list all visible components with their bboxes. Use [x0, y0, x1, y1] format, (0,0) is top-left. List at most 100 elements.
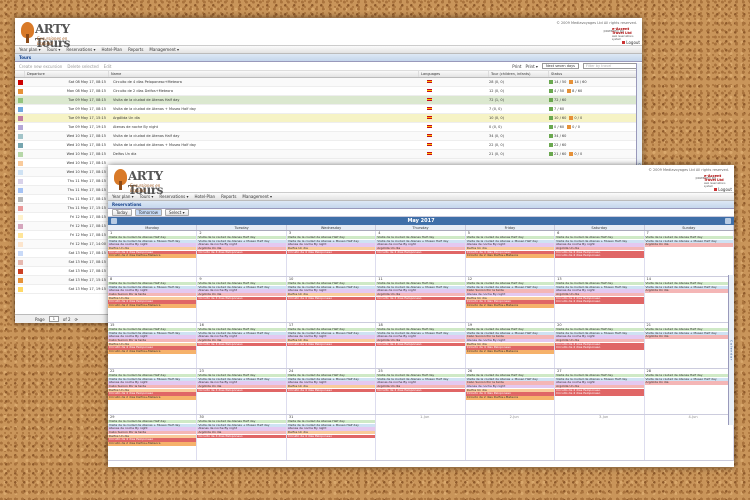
calendar-event[interactable]: Circuito de 4 días Peloponeso [197, 388, 286, 393]
calendar-event[interactable]: Circuito de 4 días Peloponeso [286, 434, 376, 439]
calendar-day[interactable]: 21 Visita de la ciudad de Atenas Half day… [644, 323, 734, 368]
calendar-day[interactable]: 6 Visita de la ciudad de Atenas Half day V… [555, 231, 645, 276]
create-excursion-button[interactable]: Create new excursion [19, 64, 62, 69]
calendar-day[interactable]: 31 Visita de la ciudad de Atenas Half day… [286, 415, 377, 460]
calendar-day[interactable]: 4 Visita de la ciudad de Atenas Half day V… [376, 231, 466, 276]
calendar-event[interactable]: Circuito de 4 días Peloponeso [286, 250, 376, 255]
calendar-event[interactable]: Circuito de 4 días Peloponeso [286, 388, 376, 393]
calendar-day[interactable]: 18 Visita de la ciudad de Atenas Half day… [376, 323, 466, 368]
app-logo[interactable]: ARTY Tours Excursiones en Español [21, 22, 79, 50]
calendar-event[interactable]: Circuito de 2 días Delfos+Meteora [108, 304, 197, 308]
side-calendar-tab-2[interactable]: C a l e n d a r [728, 275, 734, 425]
calendar-event[interactable]: Circuito de 4 días Peloponeso [197, 342, 286, 347]
calendar-event[interactable]: Circuito de 4 días Peloponeso [197, 250, 286, 255]
calendar-day[interactable]: 7 Visita de la ciudad de Atenas Half day V… [644, 231, 734, 276]
calendar-day[interactable]: 14 Visita de la ciudad de Atenas Half day… [644, 277, 734, 322]
table-row[interactable]: Tue 09 May 17, 08:15 Visita de la ciudad … [15, 96, 642, 105]
calendar-event[interactable]: Circuito de 2 días Delfos+Meteora [465, 396, 555, 400]
edit-button[interactable]: Edit [104, 64, 112, 69]
calendar-day[interactable]: 4-Jun [645, 415, 734, 460]
calendar-day[interactable]: 12 Visita de la ciudad de Atenas Half day… [465, 277, 556, 322]
delete-selected-button[interactable]: Delete selected [67, 64, 98, 69]
calendar-event[interactable]: Argólida Un día [644, 289, 733, 293]
calendar-event[interactable]: Argólida Un día [644, 335, 733, 339]
app-logo-2[interactable]: ARTY Tours Excursiones en Español [114, 169, 172, 197]
refresh-icon[interactable]: ⟳ [75, 317, 78, 322]
calendar-day[interactable]: 24 Visita de la ciudad de Atenas Half day… [286, 369, 377, 414]
col-tour[interactable]: Tour (children, infants) [489, 71, 549, 77]
calendar-day[interactable]: 1 Visita de la ciudad de Atenas Half day V… [108, 231, 198, 276]
calendar-event[interactable]: Circuito de 4 días Peloponeso [555, 300, 644, 304]
calendar-day[interactable]: 5 Visita de la ciudad de Atenas Half day V… [465, 231, 556, 276]
calendar-day[interactable]: 3 Visita de la ciudad de Atenas Half day V… [286, 231, 377, 276]
calendar-event[interactable]: Circuito de 4 días Peloponeso [286, 296, 376, 301]
table-row[interactable]: Wed 10 May 17, 08:15 Visita de la ciudad … [15, 132, 642, 141]
calendar-day[interactable]: 10 Visita de la ciudad de Atenas Half day… [286, 277, 377, 322]
print-button[interactable]: Print [512, 64, 521, 69]
date-range-select[interactable]: Next seven days [541, 63, 579, 69]
calendar-event[interactable]: Circuito de 2 días Delfos+Meteora [108, 396, 197, 400]
col-name[interactable]: Name [109, 71, 419, 77]
table-row[interactable]: Tue 09 May 17, 19:15 Atenas de noche By n… [15, 123, 642, 132]
calendar-day[interactable]: 3-Jun [555, 415, 645, 460]
calendar-event[interactable]: Circuito de 4 días Peloponeso [376, 388, 465, 393]
menu-item[interactable]: Reports [128, 47, 143, 52]
calendar-day[interactable]: 13 Visita de la ciudad de Atenas Half day… [555, 277, 645, 322]
calendar-day[interactable]: 1-Jun [376, 415, 466, 460]
calendar-event[interactable]: Circuito de 4 días Peloponeso [555, 254, 644, 258]
today-button[interactable]: Today [112, 209, 132, 216]
logout-link[interactable]: Logout [622, 40, 640, 45]
menu-item[interactable]: Reports [221, 194, 236, 199]
calendar-day[interactable]: 11 Visita de la ciudad de Atenas Half day… [376, 277, 466, 322]
calendar-day[interactable]: 19 Visita de la ciudad de Atenas Half day… [465, 323, 556, 368]
calendar-event[interactable]: Circuito de 4 días Peloponeso [555, 346, 644, 350]
calendar-event[interactable]: Circuito de 2 días Delfos+Meteora [465, 304, 555, 308]
calendar-event[interactable]: Argólida Un día [644, 243, 733, 247]
table-row[interactable]: Tue 09 May 17, 08:15 Visita de la ciudad … [15, 105, 642, 114]
calendar-event[interactable]: Circuito de 2 días Delfos+Meteora [465, 350, 555, 354]
col-status[interactable]: Status [549, 71, 639, 77]
tomorrow-button[interactable]: Tomorrow [134, 209, 162, 216]
col-departure[interactable]: Departure [25, 71, 109, 77]
calendar-event[interactable]: Circuito de 4 días Peloponeso [197, 296, 286, 301]
calendar-event[interactable]: Circuito de 4 días Peloponeso [555, 392, 644, 396]
calendar-event[interactable]: Circuito de 2 días Delfos+Meteora [108, 350, 197, 354]
calendar-day[interactable]: 2 Visita de la ciudad de Atenas Half day V… [197, 231, 287, 276]
calendar-event[interactable]: Circuito de 4 días Peloponeso [197, 434, 286, 439]
print-menu-button[interactable]: Print ▾ [525, 64, 537, 69]
calendar-day[interactable]: 23 Visita de la ciudad de Atenas Half day… [197, 369, 287, 414]
calendar-day[interactable]: 30 Visita de la ciudad de Atenas Half day… [197, 415, 287, 460]
calendar-day[interactable]: 28 Visita de la ciudad de Atenas Half day… [644, 369, 734, 414]
col-languages[interactable]: Languages [419, 71, 489, 77]
calendar-day[interactable]: 20 Visita de la ciudad de Atenas Half day… [555, 323, 645, 368]
table-row[interactable]: Wed 10 May 17, 08:15 Delfos Un día 21 (0, … [15, 150, 642, 159]
logout-link[interactable]: Logout [714, 187, 732, 192]
table-row[interactable]: Mon 08 May 17, 08:15 Circuito de 2 días D… [15, 87, 642, 96]
calendar-day[interactable]: 27 Visita de la ciudad de Atenas Half day… [555, 369, 645, 414]
calendar-event[interactable]: Circuito de 2 días Delfos+Meteora [465, 254, 555, 258]
calendar-event[interactable]: Circuito de 2 días Delfos+Meteora [108, 442, 197, 446]
table-row[interactable]: Tue 09 May 17, 15:15 Argólida Un día 10 (0… [15, 114, 642, 123]
calendar-day[interactable]: 22 Visita de la ciudad de Atenas Half day… [108, 369, 198, 414]
calendar-event[interactable]: Circuito de 2 días Delfos+Meteora [108, 254, 197, 258]
travel-filter-input[interactable]: Filter by travel [583, 63, 638, 69]
calendar-day[interactable]: 15 Visita de la ciudad de Atenas Half day… [108, 323, 198, 368]
table-row[interactable]: Sat 08 May 17, 08:15 Circuito de 4 días P… [15, 78, 642, 87]
calendar-day[interactable]: 26 Visita de la ciudad de Atenas Half day… [465, 369, 556, 414]
table-row[interactable]: Wed 10 May 17, 08:15 Visita de la ciudad … [15, 141, 642, 150]
menu-item[interactable]: Hotel-Plan [102, 47, 123, 52]
calendar-day[interactable]: 29 Visita de la ciudad de Atenas Half day… [108, 415, 198, 460]
calendar-day[interactable]: 8 Visita de la ciudad de Atenas Half day V… [108, 277, 198, 322]
calendar-day[interactable]: 16 Visita de la ciudad de Atenas Half day… [197, 323, 287, 368]
menu-item[interactable]: Management ▾ [242, 194, 272, 199]
next-month-icon[interactable] [725, 218, 731, 224]
calendar-day[interactable]: 25 Visita de la ciudad de Atenas Half day… [376, 369, 466, 414]
calendar-event[interactable]: Argólida Un día [644, 381, 733, 385]
menu-item[interactable]: Hotel-Plan [195, 194, 216, 199]
calendar-event[interactable]: Circuito de 4 días Peloponeso [376, 250, 465, 255]
page-input[interactable]: 1 [48, 316, 59, 322]
calendar-event[interactable]: Circuito de 4 días Peloponeso [376, 342, 465, 347]
calendar-day[interactable]: 2-Jun [466, 415, 556, 460]
prev-month-icon[interactable] [111, 218, 117, 224]
select-menu-button[interactable]: Select ▾ [164, 209, 189, 216]
